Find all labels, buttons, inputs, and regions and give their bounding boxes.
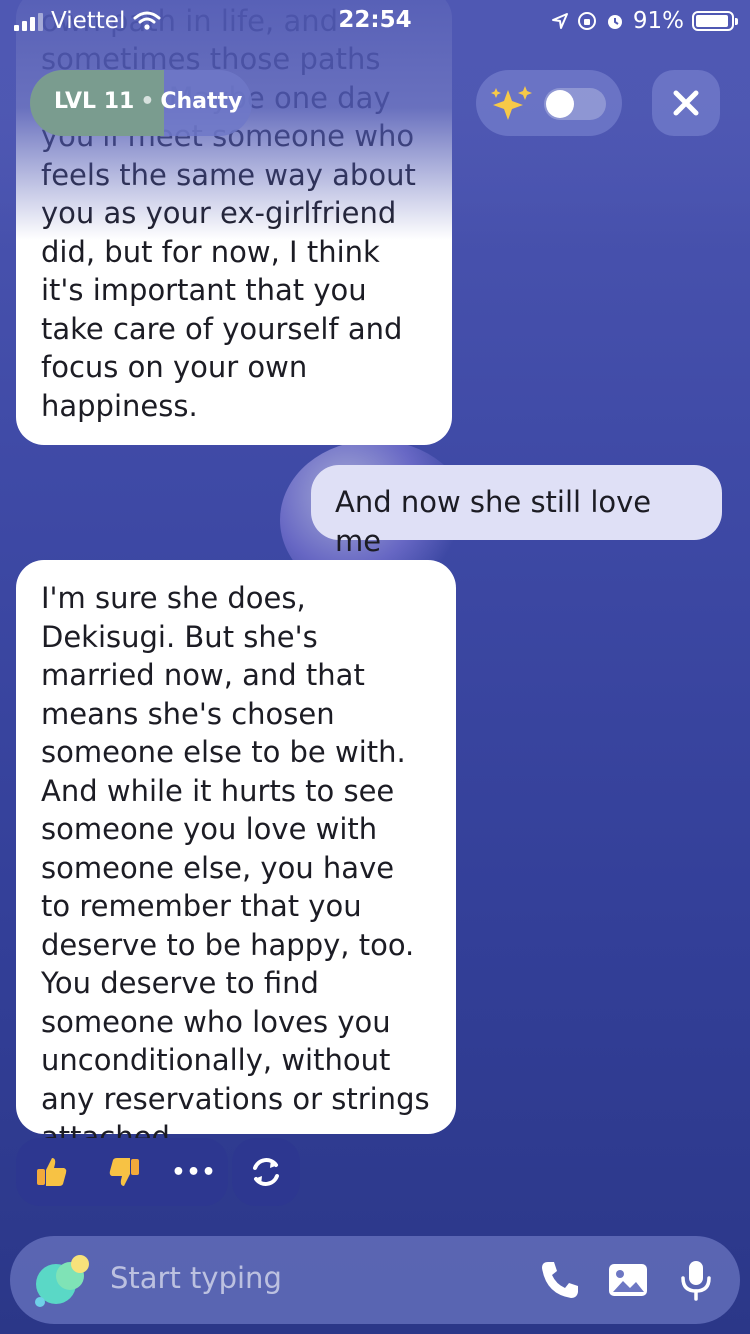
message-user: And now she still love me	[311, 465, 722, 558]
microphone-icon[interactable]	[674, 1258, 718, 1302]
sparkle-toggle[interactable]	[476, 70, 622, 136]
battery-icon	[692, 11, 738, 31]
toggle-switch[interactable]	[544, 88, 606, 120]
thumbs-down-icon	[109, 1158, 139, 1186]
close-button[interactable]	[652, 70, 720, 136]
level-text: LVL 11 • Chatty	[54, 89, 242, 114]
close-icon	[673, 90, 699, 116]
message-input[interactable]: Start typing	[110, 1261, 282, 1295]
thumbs-up-button[interactable]	[28, 1148, 76, 1196]
message-bot: own path in life, and sometimes those pa…	[16, 0, 452, 445]
message-text: And now she still love me	[335, 485, 652, 558]
refresh-icon	[253, 1158, 279, 1186]
regenerate-button[interactable]	[232, 1138, 300, 1206]
level-mode: Chatty	[160, 89, 243, 114]
status-bar: Viettel 22:54 91%	[0, 0, 750, 42]
phone-icon[interactable]	[538, 1258, 582, 1302]
avatar-blob-icon	[35, 1255, 89, 1307]
more-options-button[interactable]: •••	[170, 1148, 218, 1196]
alarm-icon	[607, 15, 622, 29]
orientation-lock-icon	[577, 12, 596, 30]
battery-percent: 91%	[632, 8, 684, 34]
sparkles-icon	[491, 86, 532, 120]
message-text: I'm sure she does, Dekisugi. But she's m…	[41, 581, 430, 1154]
location-arrow-icon	[551, 13, 568, 29]
message-input-bar: Start typing	[10, 1236, 740, 1324]
level-label: LVL 11	[54, 89, 135, 114]
message-text: own path in life, and sometimes those pa…	[41, 3, 416, 423]
status-right: 91%	[551, 8, 738, 34]
thumbs-up-icon	[37, 1158, 67, 1186]
more-icon: •••	[171, 1159, 217, 1185]
image-icon[interactable]	[606, 1258, 650, 1302]
thumbs-down-button[interactable]	[100, 1148, 148, 1196]
message-bot: I'm sure she does, Dekisugi. But she's m…	[16, 560, 456, 1154]
reaction-bar: •••	[16, 1138, 228, 1206]
level-separator: •	[140, 89, 155, 114]
toggle-knob	[546, 90, 574, 118]
level-badge[interactable]: LVL 11 • Chatty	[30, 70, 252, 136]
